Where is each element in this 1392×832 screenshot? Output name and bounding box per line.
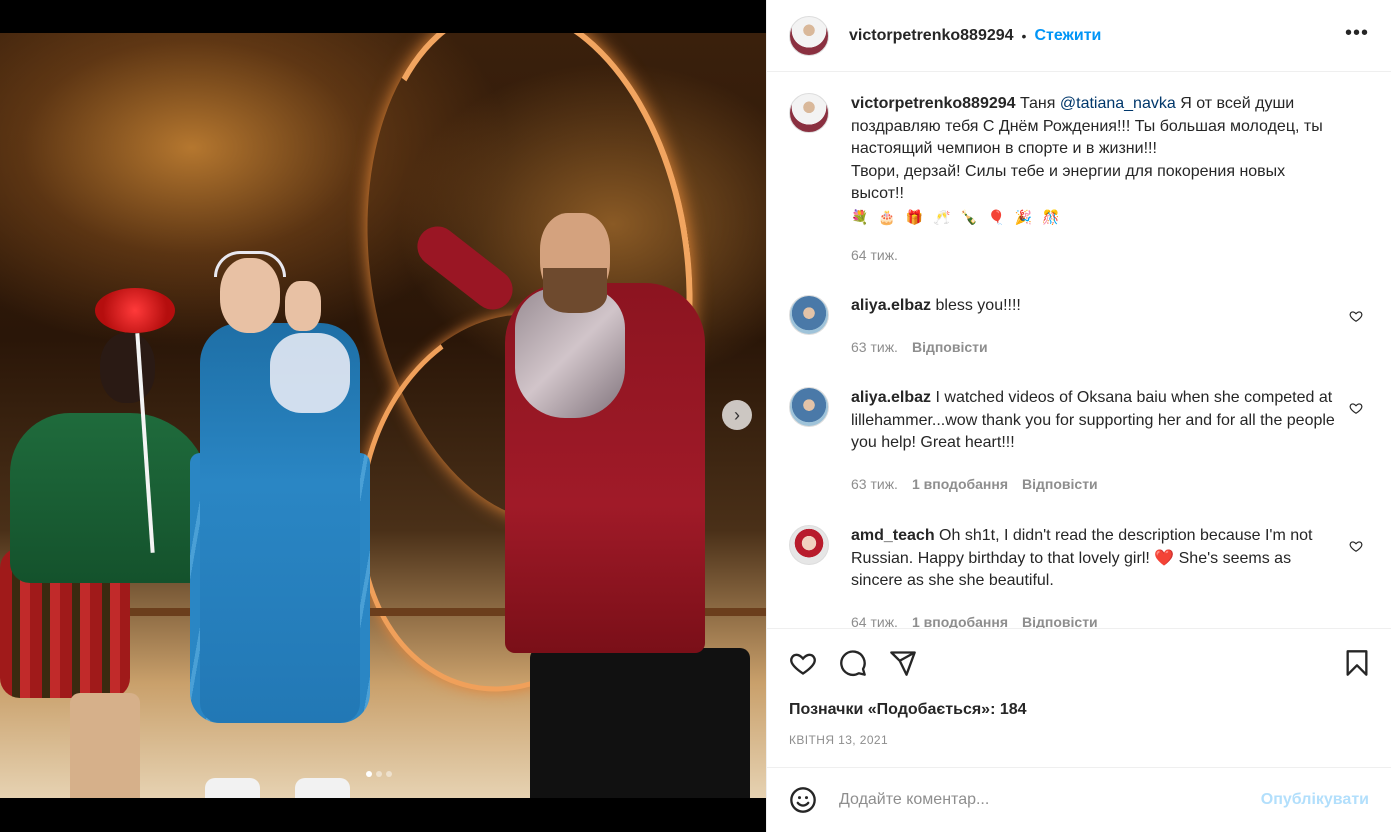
- post-header: victorpetrenko889294 • Стежити •••: [767, 0, 1391, 72]
- post-side-panel: victorpetrenko889294 • Стежити ••• victo…: [766, 0, 1392, 832]
- comment-likes-count[interactable]: 1 вподобання: [912, 611, 1008, 629]
- caption-emojis: 💐 🎂 🎁 🥂 🍾 🎈 🎉 🎊: [851, 208, 1063, 225]
- like-comment-heart-icon[interactable]: [1349, 539, 1363, 553]
- carousel-dot: [366, 771, 372, 777]
- comment-time[interactable]: 63 тиж.: [851, 473, 898, 496]
- commenter-username[interactable]: aliya.elbaz: [851, 389, 931, 406]
- reply-button[interactable]: Відповісти: [1022, 611, 1098, 629]
- comment-composer: Опублікувати: [767, 767, 1391, 832]
- skater-blue-skates: [205, 778, 355, 798]
- post-date[interactable]: КВІТНЯ 13, 2021: [789, 733, 888, 747]
- skater-green-head: [100, 333, 155, 403]
- post-media: ›: [0, 0, 766, 832]
- follow-button[interactable]: Стежити: [1034, 27, 1101, 45]
- author-username[interactable]: victorpetrenko889294: [849, 27, 1014, 45]
- skater-red-beard: [543, 268, 607, 313]
- like-comment-heart-icon[interactable]: [1349, 401, 1363, 415]
- skater-blue-sleeve: [270, 333, 350, 413]
- commenter-avatar[interactable]: [789, 295, 829, 335]
- comment-input[interactable]: [839, 791, 1249, 809]
- skater-red-legs: [530, 648, 750, 798]
- caption-text-before: Таня: [1015, 95, 1060, 112]
- comment: aliya.elbaz I watched videos of Oksana b…: [789, 387, 1369, 495]
- caption-time[interactable]: 64 тиж.: [851, 244, 898, 267]
- bookmark-icon[interactable]: [1343, 649, 1371, 677]
- comment-icon[interactable]: [839, 649, 867, 677]
- caption-username[interactable]: victorpetrenko889294: [851, 95, 1016, 112]
- caption-line2: Твори, дерзай! Силы тебе и энергии для п…: [851, 162, 1286, 203]
- caption-mention[interactable]: @tatiana_navka: [1060, 95, 1176, 112]
- comments-list[interactable]: victorpetrenko889294 Таня @tatiana_navka…: [767, 73, 1391, 628]
- skater-green-legs: [70, 693, 140, 798]
- caption: victorpetrenko889294 Таня @tatiana_navka…: [789, 93, 1369, 266]
- more-options-icon[interactable]: •••: [1345, 22, 1369, 45]
- share-icon[interactable]: [889, 649, 917, 677]
- comment: amd_teach Oh sh1t, I didn't read the des…: [789, 525, 1369, 628]
- red-heart-emoji: ❤️: [1154, 549, 1175, 567]
- post-comment-button[interactable]: Опублікувати: [1261, 791, 1369, 809]
- red-flower: [95, 288, 175, 333]
- commenter-avatar[interactable]: [789, 387, 829, 427]
- comment-time[interactable]: 64 тиж.: [851, 611, 898, 629]
- comment-likes-count[interactable]: 1 вподобання: [912, 473, 1008, 496]
- author-avatar[interactable]: [789, 15, 829, 56]
- like-heart-icon[interactable]: [789, 649, 817, 677]
- skater-green: [10, 413, 210, 583]
- carousel-dot: [376, 771, 382, 777]
- caption-avatar[interactable]: [789, 93, 829, 133]
- post-photo[interactable]: [0, 33, 766, 798]
- reply-button[interactable]: Відповісти: [912, 336, 988, 359]
- skater-blue-crown: [214, 251, 286, 277]
- likes-count[interactable]: Позначки «Подобається»: 184: [789, 701, 1027, 719]
- reply-button[interactable]: Відповісти: [1022, 473, 1098, 496]
- commenter-username[interactable]: aliya.elbaz: [851, 297, 931, 314]
- comment-time[interactable]: 63 тиж.: [851, 336, 898, 359]
- comment-text: bless you!!!!: [931, 297, 1021, 314]
- like-comment-heart-icon[interactable]: [1349, 309, 1363, 323]
- carousel-dots: [366, 771, 392, 777]
- separator-dot: •: [1021, 27, 1027, 44]
- carousel-dot: [386, 771, 392, 777]
- emoji-icon[interactable]: [789, 786, 817, 814]
- comment: aliya.elbaz bless you!!!! 63 тиж. Відпов…: [789, 295, 1369, 358]
- commenter-avatar[interactable]: [789, 525, 829, 565]
- commenter-username[interactable]: amd_teach: [851, 527, 935, 544]
- carousel-next-button[interactable]: ›: [722, 400, 752, 430]
- post-actions: Позначки «Подобається»: 184 КВІТНЯ 13, 2…: [767, 628, 1391, 768]
- skater-blue-hand: [285, 281, 321, 331]
